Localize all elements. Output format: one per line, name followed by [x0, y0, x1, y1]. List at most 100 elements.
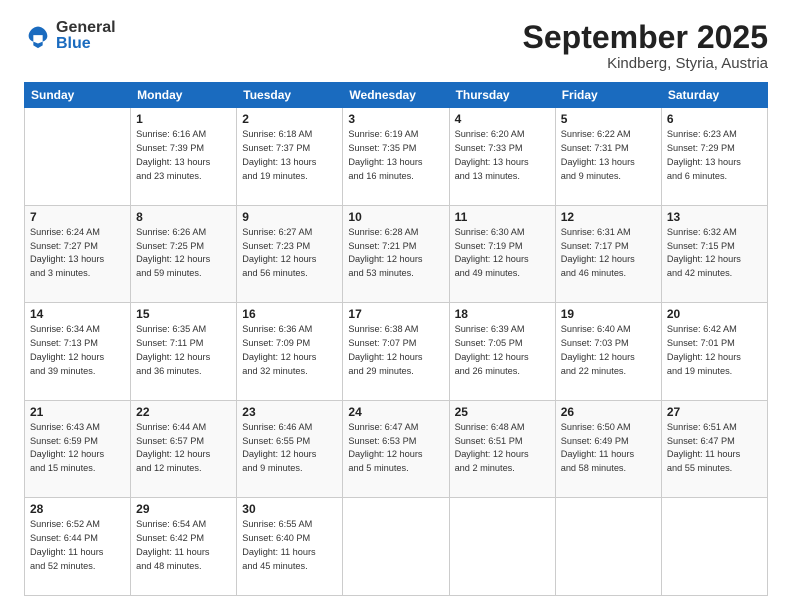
day-info: Sunrise: 6:22 AM Sunset: 7:31 PM Dayligh… — [561, 128, 656, 183]
calendar-cell: 20 Sunrise: 6:42 AM Sunset: 7:01 PM Dayli… — [661, 303, 767, 401]
day-number: 6 — [667, 112, 762, 126]
day-info: Sunrise: 6:32 AM Sunset: 7:15 PM Dayligh… — [667, 226, 762, 281]
title-block: September 2025 Kindberg, Styria, Austria — [523, 20, 768, 72]
calendar-cell: 15 Sunrise: 6:35 AM Sunset: 7:11 PM Dayli… — [131, 303, 237, 401]
day-number: 10 — [348, 210, 443, 224]
calendar-cell: 25 Sunrise: 6:48 AM Sunset: 6:51 PM Dayli… — [449, 400, 555, 498]
header-friday: Friday — [555, 83, 661, 108]
day-info: Sunrise: 6:39 AM Sunset: 7:05 PM Dayligh… — [455, 323, 550, 378]
header-sunday: Sunday — [25, 83, 131, 108]
day-info: Sunrise: 6:44 AM Sunset: 6:57 PM Dayligh… — [136, 421, 231, 476]
calendar-cell: 8 Sunrise: 6:26 AM Sunset: 7:25 PM Daylig… — [131, 205, 237, 303]
day-info: Sunrise: 6:20 AM Sunset: 7:33 PM Dayligh… — [455, 128, 550, 183]
logo-text: General Blue — [56, 20, 116, 52]
calendar-cell: 16 Sunrise: 6:36 AM Sunset: 7:09 PM Dayli… — [237, 303, 343, 401]
day-number: 22 — [136, 405, 231, 419]
day-info: Sunrise: 6:36 AM Sunset: 7:09 PM Dayligh… — [242, 323, 337, 378]
header-saturday: Saturday — [661, 83, 767, 108]
day-number: 18 — [455, 307, 550, 321]
day-info: Sunrise: 6:52 AM Sunset: 6:44 PM Dayligh… — [30, 518, 125, 573]
calendar-cell: 3 Sunrise: 6:19 AM Sunset: 7:35 PM Daylig… — [343, 108, 449, 206]
day-info: Sunrise: 6:19 AM Sunset: 7:35 PM Dayligh… — [348, 128, 443, 183]
day-number: 11 — [455, 210, 550, 224]
day-info: Sunrise: 6:27 AM Sunset: 7:23 PM Dayligh… — [242, 226, 337, 281]
day-info: Sunrise: 6:47 AM Sunset: 6:53 PM Dayligh… — [348, 421, 443, 476]
day-number: 23 — [242, 405, 337, 419]
calendar-cell: 14Sunrise: 6:34 AM Sunset: 7:13 PM Dayli… — [25, 303, 131, 401]
day-info: Sunrise: 6:43 AM Sunset: 6:59 PM Dayligh… — [30, 421, 125, 476]
day-info: Sunrise: 6:40 AM Sunset: 7:03 PM Dayligh… — [561, 323, 656, 378]
header-wednesday: Wednesday — [343, 83, 449, 108]
day-info: Sunrise: 6:35 AM Sunset: 7:11 PM Dayligh… — [136, 323, 231, 378]
calendar-cell — [343, 498, 449, 596]
calendar-cell — [661, 498, 767, 596]
day-info: Sunrise: 6:48 AM Sunset: 6:51 PM Dayligh… — [455, 421, 550, 476]
calendar-cell: 4 Sunrise: 6:20 AM Sunset: 7:33 PM Daylig… — [449, 108, 555, 206]
logo-blue: Blue — [56, 36, 116, 52]
calendar-cell: 5Sunrise: 6:22 AM Sunset: 7:31 PM Daylig… — [555, 108, 661, 206]
day-number: 21 — [30, 405, 125, 419]
calendar-cell — [25, 108, 131, 206]
calendar-cell: 12Sunrise: 6:31 AM Sunset: 7:17 PM Dayli… — [555, 205, 661, 303]
day-number: 16 — [242, 307, 337, 321]
calendar-week-1: 1Sunrise: 6:16 AM Sunset: 7:39 PM Daylig… — [25, 108, 768, 206]
day-number: 15 — [136, 307, 231, 321]
calendar-cell: 6 Sunrise: 6:23 AM Sunset: 7:29 PM Daylig… — [661, 108, 767, 206]
header-tuesday: Tuesday — [237, 83, 343, 108]
calendar-cell: 28 Sunrise: 6:52 AM Sunset: 6:44 PM Dayli… — [25, 498, 131, 596]
calendar-week-5: 28 Sunrise: 6:52 AM Sunset: 6:44 PM Dayli… — [25, 498, 768, 596]
day-number: 13 — [667, 210, 762, 224]
day-info: Sunrise: 6:42 AM Sunset: 7:01 PM Dayligh… — [667, 323, 762, 378]
calendar-cell: 10 Sunrise: 6:28 AM Sunset: 7:21 PM Dayli… — [343, 205, 449, 303]
day-number: 3 — [348, 112, 443, 126]
day-number: 26 — [561, 405, 656, 419]
day-number: 25 — [455, 405, 550, 419]
calendar-week-3: 14Sunrise: 6:34 AM Sunset: 7:13 PM Dayli… — [25, 303, 768, 401]
day-number: 24 — [348, 405, 443, 419]
day-info: Sunrise: 6:16 AM Sunset: 7:39 PM Dayligh… — [136, 128, 231, 183]
day-number: 4 — [455, 112, 550, 126]
calendar-cell: 13 Sunrise: 6:32 AM Sunset: 7:15 PM Dayli… — [661, 205, 767, 303]
calendar-cell: 27 Sunrise: 6:51 AM Sunset: 6:47 PM Dayli… — [661, 400, 767, 498]
day-number: 9 — [242, 210, 337, 224]
day-info: Sunrise: 6:18 AM Sunset: 7:37 PM Dayligh… — [242, 128, 337, 183]
day-info: Sunrise: 6:51 AM Sunset: 6:47 PM Dayligh… — [667, 421, 762, 476]
month-title: September 2025 — [523, 20, 768, 55]
day-number: 28 — [30, 502, 125, 516]
calendar-cell: 21 Sunrise: 6:43 AM Sunset: 6:59 PM Dayli… — [25, 400, 131, 498]
logo: General Blue — [24, 20, 116, 52]
calendar-cell: 7 Sunrise: 6:24 AM Sunset: 7:27 PM Daylig… — [25, 205, 131, 303]
day-number: 29 — [136, 502, 231, 516]
calendar-cell: 26 Sunrise: 6:50 AM Sunset: 6:49 PM Dayli… — [555, 400, 661, 498]
calendar-cell: 29Sunrise: 6:54 AM Sunset: 6:42 PM Dayli… — [131, 498, 237, 596]
day-number: 17 — [348, 307, 443, 321]
day-number: 19 — [561, 307, 656, 321]
day-info: Sunrise: 6:50 AM Sunset: 6:49 PM Dayligh… — [561, 421, 656, 476]
calendar-week-2: 7 Sunrise: 6:24 AM Sunset: 7:27 PM Daylig… — [25, 205, 768, 303]
day-info: Sunrise: 6:38 AM Sunset: 7:07 PM Dayligh… — [348, 323, 443, 378]
page-header: General Blue September 2025 Kindberg, St… — [24, 20, 768, 72]
calendar-cell: 17 Sunrise: 6:38 AM Sunset: 7:07 PM Dayli… — [343, 303, 449, 401]
calendar-cell: 2 Sunrise: 6:18 AM Sunset: 7:37 PM Daylig… — [237, 108, 343, 206]
day-number: 30 — [242, 502, 337, 516]
day-number: 7 — [30, 210, 125, 224]
calendar-cell: 30 Sunrise: 6:55 AM Sunset: 6:40 PM Dayli… — [237, 498, 343, 596]
day-info: Sunrise: 6:26 AM Sunset: 7:25 PM Dayligh… — [136, 226, 231, 281]
day-number: 27 — [667, 405, 762, 419]
logo-icon — [24, 22, 52, 50]
day-info: Sunrise: 6:55 AM Sunset: 6:40 PM Dayligh… — [242, 518, 337, 573]
calendar-cell: 23Sunrise: 6:46 AM Sunset: 6:55 PM Dayli… — [237, 400, 343, 498]
calendar-cell: 22 Sunrise: 6:44 AM Sunset: 6:57 PM Dayli… — [131, 400, 237, 498]
calendar-week-4: 21 Sunrise: 6:43 AM Sunset: 6:59 PM Dayli… — [25, 400, 768, 498]
day-number: 20 — [667, 307, 762, 321]
header-thursday: Thursday — [449, 83, 555, 108]
day-info: Sunrise: 6:34 AM Sunset: 7:13 PM Dayligh… — [30, 323, 125, 378]
calendar-cell: 18 Sunrise: 6:39 AM Sunset: 7:05 PM Dayli… — [449, 303, 555, 401]
day-number: 2 — [242, 112, 337, 126]
calendar-cell: 1Sunrise: 6:16 AM Sunset: 7:39 PM Daylig… — [131, 108, 237, 206]
day-info: Sunrise: 6:28 AM Sunset: 7:21 PM Dayligh… — [348, 226, 443, 281]
day-number: 8 — [136, 210, 231, 224]
day-info: Sunrise: 6:24 AM Sunset: 7:27 PM Dayligh… — [30, 226, 125, 281]
day-info: Sunrise: 6:23 AM Sunset: 7:29 PM Dayligh… — [667, 128, 762, 183]
calendar-cell: 11Sunrise: 6:30 AM Sunset: 7:19 PM Dayli… — [449, 205, 555, 303]
